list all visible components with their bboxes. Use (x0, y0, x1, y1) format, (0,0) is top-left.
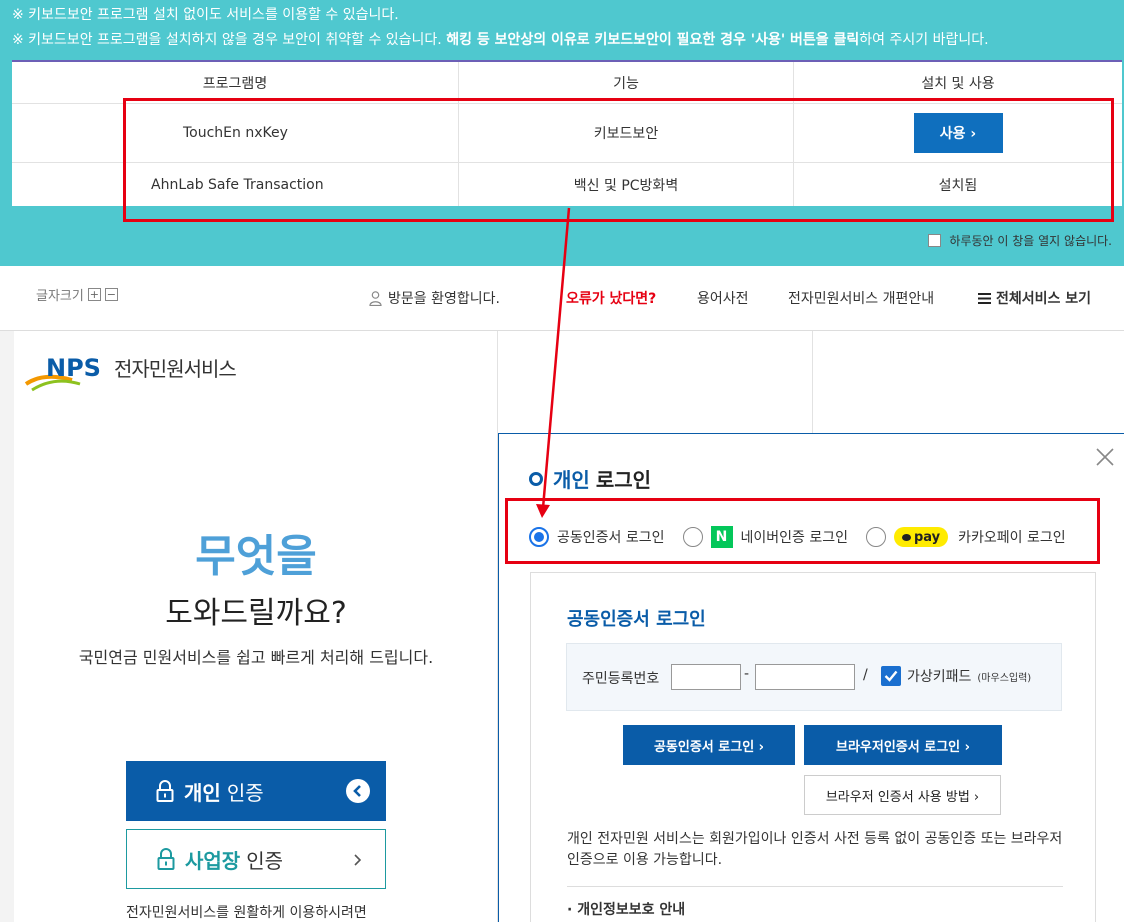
cert-login-box: 공동인증서 로그인 주민등록번호 - / 가상키패드 (마우스입력) 공동인증서… (530, 572, 1096, 922)
personal-auth-label: 인증 (226, 780, 264, 805)
cert-login-title: 공동인증서 로그인 (567, 609, 706, 630)
all-services-link[interactable]: 전체서비스 보기 (978, 288, 1091, 308)
dont-open-today[interactable]: 하루동안 이 창을 열지 않습니다. (928, 232, 1112, 249)
personal-auth-bold: 개인 (184, 780, 221, 805)
menu-icon (978, 292, 991, 304)
rrn-front-input[interactable] (671, 664, 741, 690)
notice-line-2-bold: 해킹 등 보안상의 이유로 키보드보안이 필요한 경우 '사용' 버튼을 클릭 (446, 32, 860, 48)
page-margin (0, 331, 14, 922)
font-decrease-button[interactable]: − (104, 288, 118, 301)
virtual-keypad-note: (마우스입력) (977, 672, 1032, 684)
virtual-keypad-toggle[interactable]: 가상키패드 (마우스입력) (881, 666, 1031, 686)
modal-title-bold: 개인 (553, 468, 590, 492)
divider (567, 886, 1063, 887)
column-divider (812, 331, 813, 433)
person-icon (369, 290, 382, 306)
modal-title-rest: 로그인 (595, 468, 652, 492)
svg-text:NPS: NPS (46, 354, 101, 382)
nps-logo-icon: NPS (24, 354, 101, 392)
hero-subheading: 도와드릴까요? (165, 596, 347, 631)
browser-cert-login-button[interactable]: 브라우저인증서 로그인 › (804, 725, 1002, 765)
welcome-text: 방문을 환영합니다. (388, 291, 500, 307)
privacy-notice[interactable]: · 개인정보보호 안내 (567, 899, 685, 919)
personal-auth-button[interactable]: 개인 인증 (126, 761, 386, 821)
rrn-label: 주민등록번호 (582, 671, 660, 687)
chevron-right-icon (354, 854, 362, 866)
notice-line-2-part-a: ※ 키보드보안 프로그램을 설치하지 않을 경우 보안이 취약할 수 있습니다. (12, 32, 447, 48)
all-services-label: 전체서비스 보기 (996, 291, 1092, 307)
virtual-keypad-checkbox[interactable] (881, 666, 901, 686)
chevron-left-icon (346, 779, 370, 803)
hero-heading: 무엇을 (195, 531, 317, 582)
rrn-slash: / (863, 667, 868, 683)
lock-icon (156, 780, 174, 802)
close-icon[interactable] (1096, 448, 1114, 466)
reform-notice-link[interactable]: 전자민원서비스 개편안내 (788, 288, 934, 308)
font-size-label: 글자크기 (36, 289, 84, 304)
highlight-box-security-programs (123, 98, 1114, 222)
lock-icon (157, 848, 175, 870)
rrn-dash: - (744, 666, 750, 682)
error-help-link[interactable]: 오류가 났다면? (566, 288, 656, 308)
highlight-box-login-methods (505, 498, 1100, 564)
dont-open-checkbox[interactable] (928, 234, 942, 247)
notice-line-2-part-c: 하여 주시기 바랍니다. (859, 32, 989, 48)
header-function: 기능 (459, 62, 794, 103)
virtual-keypad-label: 가상키패드 (907, 669, 972, 685)
business-auth-label: 인증 (246, 848, 284, 873)
welcome-message: 방문을 환영합니다. (369, 288, 500, 308)
font-increase-button[interactable]: + (87, 288, 101, 301)
rrn-back-input[interactable] (755, 664, 855, 690)
rrn-input-area: 주민등록번호 - / 가상키패드 (마우스입력) (566, 643, 1062, 711)
business-auth-button[interactable]: 사업장 인증 (126, 829, 386, 889)
notice-line-2: ※ 키보드보안 프로그램을 설치하지 않을 경우 보안이 취약할 수 있습니다.… (12, 29, 989, 49)
login-description: 개인 전자민원 서비스는 회원가입이나 인증서 사전 등록 없이 공동인증 또는… (567, 831, 1063, 868)
logo-text: 전자민원서비스 (114, 356, 237, 381)
title-ring-icon (529, 471, 543, 486)
checkmark-icon (884, 670, 898, 682)
nps-logo[interactable]: NPS 전자민원서비스 (24, 350, 237, 392)
left-footer-text: 전자민원서비스를 원활하게 이용하시려면 (126, 905, 367, 921)
notice-line-1: ※ 키보드보안 프로그램 설치 없이도 서비스를 이용할 수 있습니다. (12, 7, 399, 23)
header-install-use: 설치 및 사용 (921, 75, 995, 92)
dont-open-label: 하루동안 이 창을 열지 않습니다. (949, 234, 1112, 248)
font-size-control: 글자크기 + − (36, 285, 118, 304)
dictionary-link[interactable]: 용어사전 (697, 288, 749, 308)
cert-login-button[interactable]: 공동인증서 로그인 › (623, 725, 795, 765)
hero-description: 국민연금 민원서비스를 쉽고 빠르게 처리해 드립니다. (78, 648, 434, 667)
browser-cert-howto-button[interactable]: 브라우저 인증서 사용 방법 › (804, 775, 1001, 815)
site-header: 글자크기 + − 방문을 환영합니다. 오류가 났다면? 용어사전 전자민원서비… (0, 266, 1124, 331)
header-program-name: 프로그램명 (12, 62, 459, 103)
business-auth-bold: 사업장 (185, 848, 241, 873)
modal-title: 개인 로그인 (529, 464, 651, 493)
